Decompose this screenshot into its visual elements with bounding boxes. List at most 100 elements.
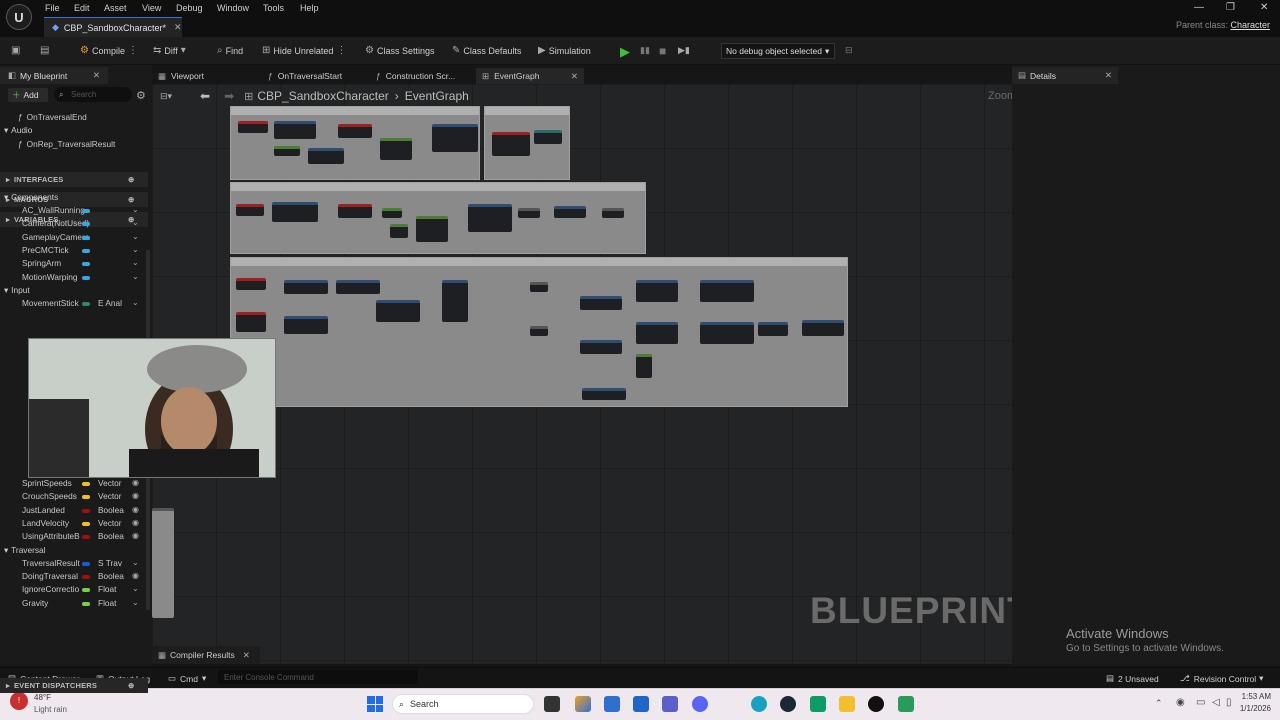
collapsed-comment[interactable]	[152, 508, 174, 618]
eye-icon[interactable]: ◉	[132, 531, 139, 540]
blueprint-node[interactable]	[338, 204, 372, 218]
settings-gear-icon[interactable]: ⚙	[136, 89, 146, 102]
unreal-engine-icon[interactable]	[868, 696, 884, 712]
blueprint-node[interactable]	[390, 224, 408, 238]
cmd-dropdown[interactable]: ▭ Cmd ▾	[168, 673, 206, 684]
blueprint-node[interactable]	[238, 121, 268, 133]
menu-edit[interactable]: Edit	[74, 3, 90, 13]
blueprint-node[interactable]	[582, 388, 626, 400]
edge-icon[interactable]	[751, 696, 767, 712]
play-icon[interactable]: ▶	[620, 44, 630, 60]
category-header[interactable]: ▾ Traversal	[0, 545, 148, 558]
blueprint-node[interactable]	[636, 322, 678, 344]
section-header[interactable]: ▸ EVENT DISPATCHERS ⊕	[0, 678, 148, 693]
visibility-icon[interactable]: ⌄	[132, 205, 139, 214]
document-tab[interactable]: ◆ CBP_SandboxCharacter* ✕	[44, 17, 182, 37]
variable-item[interactable]: SprintSpeeds Vector ◉	[0, 478, 148, 491]
variable-item[interactable]: TraversalResult S Trav ⌄	[0, 558, 148, 571]
menu-window[interactable]: Window	[217, 3, 249, 13]
obs-icon[interactable]	[898, 696, 914, 712]
steam-icon[interactable]	[780, 696, 796, 712]
console-input[interactable]: Enter Console Command	[218, 670, 418, 684]
variable-item[interactable]: MovementStick E Anal ⌄	[0, 298, 148, 311]
tab-event-graph[interactable]: ⊞ EventGraph ✕	[476, 68, 584, 84]
menu-tools[interactable]: Tools	[263, 3, 284, 13]
close-tab-icon[interactable]: ✕	[174, 22, 182, 33]
blueprint-node[interactable]	[700, 280, 754, 302]
breadcrumb-graph[interactable]: EventGraph	[405, 89, 469, 103]
outlook-icon[interactable]	[633, 696, 649, 712]
blueprint-node[interactable]	[468, 204, 512, 232]
blueprint-node[interactable]	[802, 320, 844, 336]
simulation-button[interactable]: ▶ Simulation	[538, 45, 591, 56]
file-explorer-icon[interactable]	[839, 696, 855, 712]
debug-object-select[interactable]: No debug object selected ▾	[721, 43, 835, 59]
unreal-logo-icon[interactable]: U	[6, 4, 32, 30]
function-item[interactable]: ƒ OnRep_TraversalResult	[0, 139, 148, 152]
graph-canvas[interactable]	[152, 84, 1012, 664]
minimize-icon[interactable]: —	[1194, 2, 1204, 13]
variable-item[interactable]: Camera(NotUsed) ⌄	[0, 218, 148, 231]
variable-item[interactable]: SpringArm ⌄	[0, 258, 148, 271]
variable-item[interactable]: MotionWarping ⌄	[0, 272, 148, 285]
category-header[interactable]: ▾ Input	[0, 285, 148, 298]
class-settings-button[interactable]: ⚙ Class Settings	[365, 45, 435, 56]
stop-icon[interactable]: ■	[659, 44, 666, 58]
tab-viewport[interactable]: ▦ Viewport	[158, 68, 204, 84]
function-item[interactable]: ƒ OnTraversalEnd	[0, 112, 148, 125]
search-input[interactable]: ⌕ Search	[54, 87, 132, 102]
add-button[interactable]: ＋ Add	[8, 88, 48, 102]
hide-unrelated-button[interactable]: ⊞ Hide Unrelated ⋮	[262, 45, 346, 56]
variable-item[interactable]: CrouchSpeeds Vector ◉	[0, 491, 148, 504]
compile-button[interactable]: ⚙ Compile ⋮	[80, 45, 138, 56]
visibility-icon[interactable]: ⌄	[132, 272, 139, 281]
eye-icon[interactable]: ◉	[132, 505, 139, 514]
blueprint-node[interactable]	[580, 340, 622, 354]
visibility-icon[interactable]: ⌄	[132, 218, 139, 227]
blueprint-node[interactable]	[492, 132, 530, 156]
mic-icon[interactable]: ◉	[1176, 697, 1185, 708]
variable-item[interactable]: JustLanded Boolea ◉	[0, 505, 148, 518]
variable-item[interactable]: UsingAttributeB Boolea ◉	[0, 531, 148, 544]
revision-control-button[interactable]: ⎇ Revision Control ▾	[1180, 673, 1263, 684]
menu-file[interactable]: File	[45, 3, 60, 13]
details-tab[interactable]: ▤ Details ✕	[1012, 67, 1118, 84]
blueprint-node[interactable]	[336, 280, 380, 294]
close-tab-icon[interactable]: ✕	[243, 650, 250, 661]
teams-icon[interactable]	[662, 696, 678, 712]
blueprint-node[interactable]	[236, 312, 266, 332]
blueprint-node[interactable]	[554, 206, 586, 218]
my-blueprint-tab[interactable]: ◧ My Blueprint ✕	[0, 67, 108, 84]
blueprint-node[interactable]	[636, 354, 652, 378]
restore-icon[interactable]: ❐	[1226, 2, 1235, 13]
variable-item[interactable]: LandVelocity Vector ◉	[0, 518, 148, 531]
graph-menu-icon[interactable]: ⊟▾	[160, 91, 172, 102]
add-icon[interactable]: ⊕	[128, 175, 134, 184]
close-panel-icon[interactable]: ✕	[93, 70, 100, 81]
network-icon[interactable]: ▭	[1196, 697, 1205, 708]
compiler-results-tab[interactable]: ▦ Compiler Results ✕	[152, 646, 260, 664]
add-icon[interactable]: ⊕	[128, 681, 134, 690]
weather-icon[interactable]: !	[10, 692, 28, 710]
menu-asset[interactable]: Asset	[104, 3, 127, 13]
blueprint-node[interactable]	[236, 278, 266, 290]
class-defaults-button[interactable]: ✎ Class Defaults	[452, 45, 521, 56]
variable-item[interactable]: AC_WallRunning ⌄	[0, 205, 148, 218]
eye-icon[interactable]: ◉	[132, 518, 139, 527]
chevron-up-icon[interactable]: ⌃	[1155, 698, 1163, 709]
category-header[interactable]: ▾ Audio	[0, 125, 148, 138]
section-header[interactable]: ▸ INTERFACES ⊕	[0, 172, 148, 187]
blueprint-node[interactable]	[636, 280, 678, 302]
blueprint-node[interactable]	[580, 296, 622, 310]
blueprint-node[interactable]	[284, 280, 328, 294]
variable-item[interactable]: DoingTraversal Boolea ◉	[0, 571, 148, 584]
blueprint-node[interactable]	[272, 202, 318, 222]
blueprint-node[interactable]	[382, 208, 402, 218]
blueprint-node[interactable]	[758, 322, 788, 336]
close-icon[interactable]: ✕	[1260, 2, 1268, 13]
blueprint-node[interactable]	[376, 300, 420, 322]
variable-item[interactable]: PreCMCTick ⌄	[0, 245, 148, 258]
windows-start-icon[interactable]	[367, 696, 383, 712]
blueprint-node[interactable]	[432, 124, 478, 152]
diff-button[interactable]: ⇆ Diff ▾	[153, 45, 186, 56]
